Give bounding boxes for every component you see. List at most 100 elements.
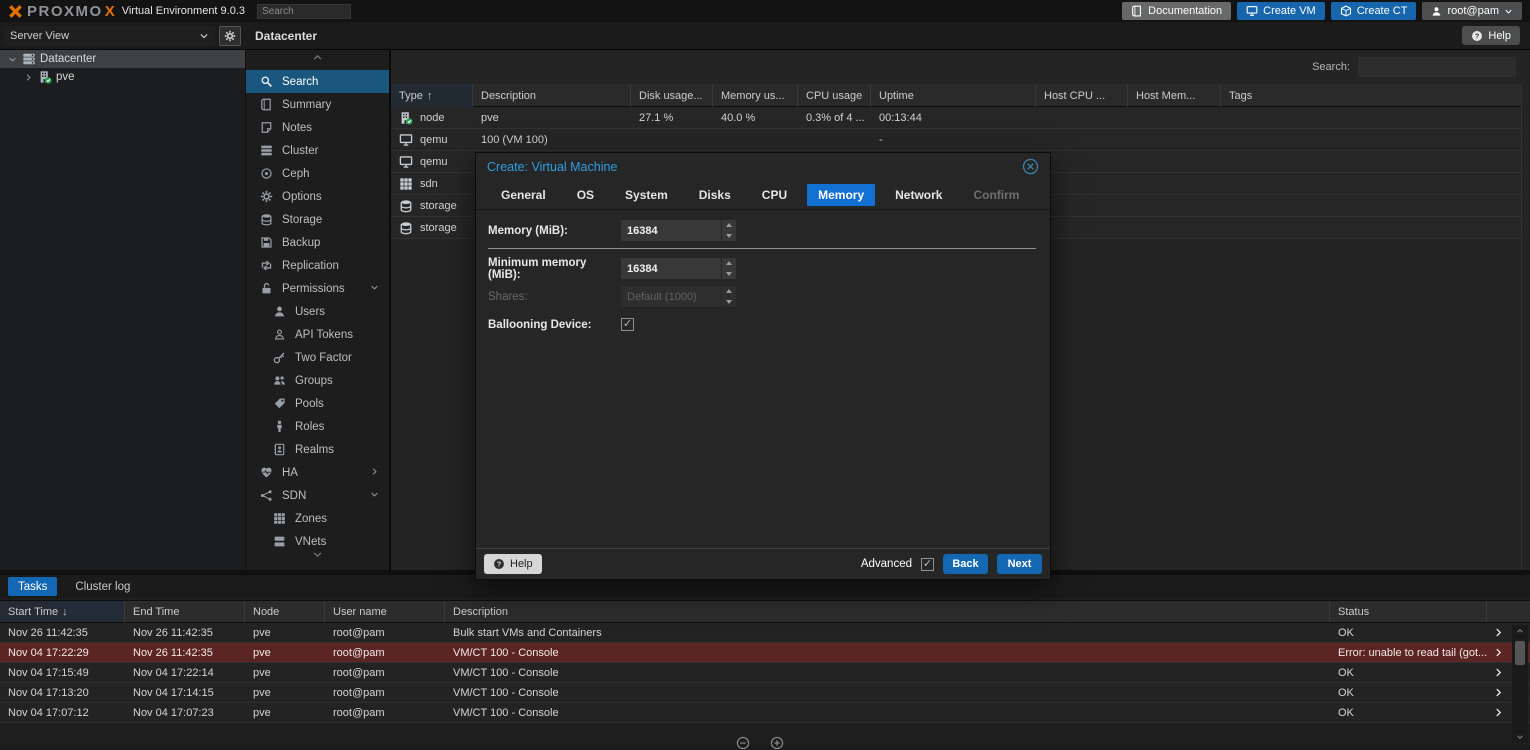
scrollbar-thumb[interactable] (1515, 641, 1525, 665)
sidebar-item-storage[interactable]: Storage (246, 208, 389, 231)
chevron-down-icon[interactable] (370, 283, 379, 295)
column-header-description[interactable]: Description (473, 84, 631, 107)
column-header-type[interactable]: Type↑ (391, 84, 473, 107)
column-header-memory-us[interactable]: Memory us... (713, 84, 798, 107)
sidebar-item-roles[interactable]: Roles (246, 415, 389, 438)
cluster-icon (259, 144, 274, 157)
zones-icon (272, 512, 287, 525)
sidebar-item-api-tokens[interactable]: API Tokens (246, 323, 389, 346)
tab-general[interactable]: General (490, 184, 557, 206)
sidebar-item-two-factor[interactable]: Two Factor (246, 346, 389, 369)
tab-network[interactable]: Network (884, 184, 953, 206)
task-row[interactable]: Nov 04 17:13:20Nov 04 17:14:15pveroot@pa… (0, 683, 1530, 703)
task-row[interactable]: Nov 04 17:15:49Nov 04 17:22:14pveroot@pa… (0, 663, 1530, 683)
sidebar-item-options[interactable]: Options (246, 185, 389, 208)
sidebar-item-replication[interactable]: Replication (246, 254, 389, 277)
sidebar-item-backup[interactable]: Backup (246, 231, 389, 254)
chevron-right-icon[interactable] (22, 73, 34, 82)
table-row[interactable]: nodepve27.1 %40.0 %0.3% of 4 ...00:13:44 (391, 107, 1522, 129)
view-mode-select[interactable]: Server View (4, 26, 215, 46)
column-header-node[interactable]: Node (245, 601, 325, 622)
documentation-button[interactable]: Documentation (1122, 2, 1231, 20)
dialog-titlebar[interactable]: Create: Virtual Machine (476, 153, 1050, 180)
task-row[interactable]: Nov 26 11:42:35Nov 26 11:42:35pveroot@pa… (0, 623, 1530, 643)
chevron-right-icon[interactable] (1487, 663, 1510, 682)
column-header-description[interactable]: Description (445, 601, 1330, 622)
chevron-right-icon[interactable] (1487, 643, 1510, 662)
scroll-up-indicator[interactable] (246, 52, 389, 63)
tree-node-label: pve (56, 71, 75, 83)
tab-cluster-log[interactable]: Cluster log (65, 577, 140, 596)
column-header-status[interactable]: Status (1330, 601, 1487, 622)
chevron-right-icon[interactable] (370, 467, 379, 479)
tab-system[interactable]: System (614, 184, 679, 206)
chevron-right-icon[interactable] (1487, 623, 1510, 642)
column-header-disk-usage[interactable]: Disk usage... (631, 84, 713, 107)
column-header-host-mem[interactable]: Host Mem... (1128, 84, 1221, 107)
column-header-cpu-usage[interactable]: CPU usage (798, 84, 871, 107)
sidebar-item-search[interactable]: Search (246, 70, 389, 93)
sidebar-item-groups[interactable]: Groups (246, 369, 389, 392)
min-memory-input[interactable]: 16384 (621, 258, 736, 279)
qemu-icon (399, 155, 413, 169)
sidebar-item-sdn[interactable]: SDN (246, 484, 389, 507)
column-header-user-name[interactable]: User name (325, 601, 445, 622)
dialog-help-button[interactable]: ? Help (484, 554, 542, 574)
back-button[interactable]: Back (943, 554, 988, 574)
memory-input[interactable]: 16384 (621, 220, 736, 241)
memory-spinner[interactable] (721, 220, 736, 241)
tree-node-datacenter[interactable]: Datacenter (0, 50, 245, 68)
advanced-checkbox[interactable]: ✓ (921, 558, 934, 571)
task-row[interactable]: Nov 04 17:22:29Nov 26 11:42:35pveroot@pa… (0, 643, 1530, 663)
tab-memory[interactable]: Memory (807, 184, 875, 206)
ballooning-checkbox[interactable]: ✓ (621, 318, 634, 331)
sidebar-item-permissions[interactable]: Permissions (246, 277, 389, 300)
next-button[interactable]: Next (997, 554, 1042, 574)
global-search-input[interactable] (257, 4, 351, 19)
task-row[interactable]: Nov 04 17:07:12Nov 04 17:07:23pveroot@pa… (0, 703, 1530, 723)
tab-disks[interactable]: Disks (688, 184, 742, 206)
chevron-down-icon (1504, 7, 1513, 16)
sidebar-item-notes[interactable]: Notes (246, 116, 389, 139)
tab-os[interactable]: OS (566, 184, 605, 206)
chevron-right-icon[interactable] (1487, 683, 1510, 702)
sidebar-item-cluster[interactable]: Cluster (246, 139, 389, 162)
sidebar-item-vnets[interactable]: VNets (246, 530, 389, 547)
zoom-in-icon[interactable] (770, 736, 784, 750)
column-header-end-time[interactable]: End Time (125, 601, 245, 622)
sidebar-item-users[interactable]: Users (246, 300, 389, 323)
create-vm-button[interactable]: Create VM (1237, 2, 1325, 20)
search-input[interactable] (1358, 57, 1516, 77)
column-header-host-cpu[interactable]: Host CPU ... (1036, 84, 1128, 107)
tree-settings-button[interactable] (219, 26, 241, 46)
sidebar-item-summary[interactable]: Summary (246, 93, 389, 116)
storage-icon (259, 213, 274, 226)
table-row[interactable]: qemu100 (VM 100)- (391, 129, 1522, 151)
sidebar-item-zones[interactable]: Zones (246, 507, 389, 530)
sidebar-item-ha[interactable]: HA (246, 461, 389, 484)
tree-node-pve[interactable]: pve (0, 68, 245, 86)
sidebar-item-label: HA (282, 467, 298, 479)
sidebar-item-ceph[interactable]: Ceph (246, 162, 389, 185)
tab-cpu[interactable]: CPU (751, 184, 798, 206)
scroll-down-indicator[interactable] (246, 549, 389, 560)
min-memory-value: 16384 (621, 258, 721, 279)
scroll-down-arrow[interactable] (1512, 731, 1528, 743)
task-scrollbar[interactable] (1512, 625, 1528, 743)
column-header-uptime[interactable]: Uptime (871, 84, 1036, 107)
sidebar-item-realms[interactable]: Realms (246, 438, 389, 461)
column-header-tags[interactable]: Tags (1221, 84, 1522, 107)
create-ct-button[interactable]: Create CT (1331, 2, 1417, 20)
chevron-down-icon[interactable] (6, 55, 18, 64)
chevron-down-icon[interactable] (370, 490, 379, 502)
zoom-out-icon[interactable] (736, 736, 750, 750)
column-header-start-time[interactable]: Start Time↓ (0, 601, 125, 622)
scroll-up-arrow[interactable] (1512, 625, 1528, 637)
min-memory-spinner[interactable] (721, 258, 736, 279)
chevron-right-icon[interactable] (1487, 703, 1510, 722)
help-button[interactable]: ? Help (1462, 26, 1520, 45)
user-menu-button[interactable]: root@pam (1422, 2, 1522, 20)
close-icon[interactable] (1022, 158, 1039, 175)
tab-tasks[interactable]: Tasks (8, 577, 57, 596)
sidebar-item-pools[interactable]: Pools (246, 392, 389, 415)
